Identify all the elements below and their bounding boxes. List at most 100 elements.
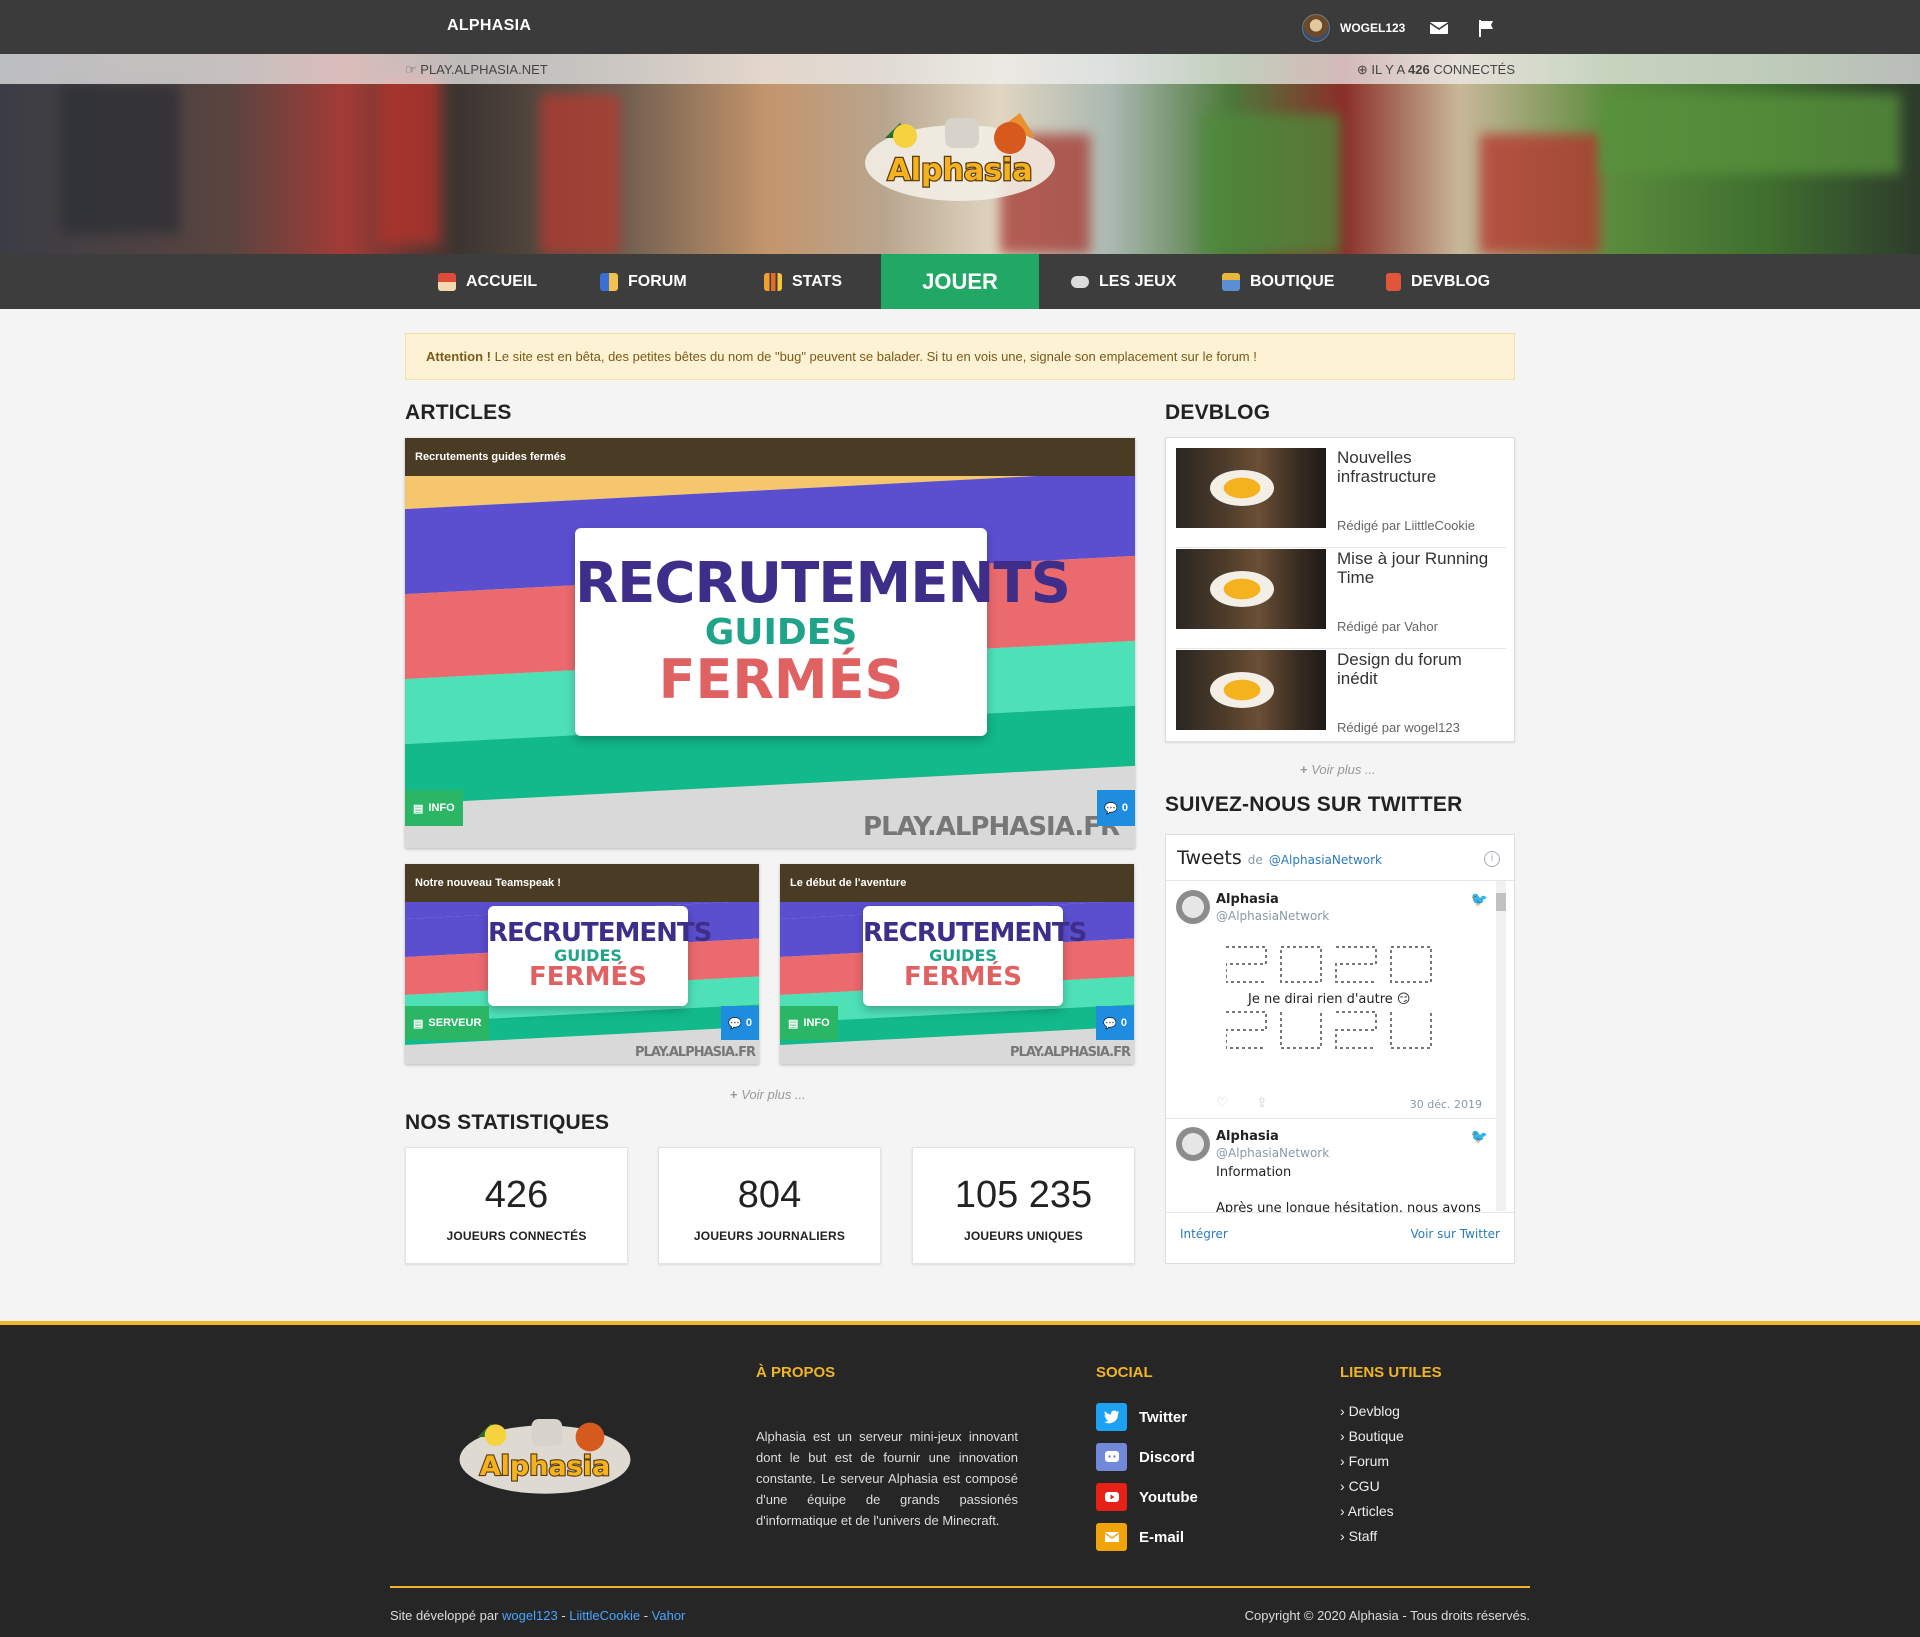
- image-line-3: FERMÉS: [658, 647, 904, 711]
- copyright: Copyright © 2020 Alphasia - Tous droits …: [1244, 1608, 1530, 1623]
- devblog-thumbnail[interactable]: [1176, 549, 1326, 629]
- article-title[interactable]: Notre nouveau Teamspeak !: [405, 864, 759, 902]
- nav-boutique[interactable]: BOUTIQUE: [1222, 254, 1334, 309]
- social-discord[interactable]: Discord: [1096, 1443, 1195, 1471]
- nav-les-jeux[interactable]: LES JEUX: [1071, 254, 1176, 309]
- nav-devblog[interactable]: DEVBLOG: [1386, 254, 1490, 309]
- discord-icon: [1096, 1443, 1127, 1471]
- article-card[interactable]: Le début de l'aventure RECRUTEMENTS GUID…: [780, 864, 1134, 1064]
- youtube-icon: [1096, 1483, 1127, 1511]
- credit-link[interactable]: LiittleCookie: [569, 1608, 640, 1623]
- info-icon[interactable]: i: [1484, 851, 1500, 867]
- devblog-list: Nouvelles infrastructure Rédigé par Liit…: [1165, 437, 1515, 742]
- article-card[interactable]: Notre nouveau Teamspeak ! RECRUTEMENTS G…: [405, 864, 759, 1064]
- scrollbar[interactable]: [1496, 881, 1506, 1211]
- svg-text:Alphasia: Alphasia: [480, 1451, 610, 1482]
- nav-label: FORUM: [628, 272, 687, 290]
- credits-prefix: Site développé par: [390, 1608, 499, 1623]
- twitter-widget[interactable]: Tweets de @AlphasiaNetwork i Alphasia @A…: [1165, 834, 1516, 1264]
- articles-see-more[interactable]: + Voir plus ...: [730, 1087, 806, 1102]
- featured-article-card[interactable]: Recrutements guides fermés RECRUTEMENTS …: [405, 438, 1135, 848]
- brand-name[interactable]: ALPHASIA: [447, 17, 531, 35]
- comment-count[interactable]: 💬 0: [1096, 1006, 1134, 1040]
- credits: Site développé par wogel123 - LiittleCoo…: [390, 1608, 686, 1623]
- nav-stats[interactable]: STATS: [764, 254, 842, 309]
- footer-logo[interactable]: Alphasia: [455, 1400, 635, 1510]
- social-email[interactable]: E-mail: [1096, 1523, 1184, 1551]
- article-image[interactable]: RECRUTEMENTS GUIDES FERMÉS PLAY.ALPHASIA…: [780, 902, 1134, 1064]
- footer-link-devblog[interactable]: › Devblog: [1340, 1403, 1400, 1419]
- tweet-date[interactable]: 30 déc. 2019: [1410, 1098, 1482, 1111]
- social-twitter[interactable]: Twitter: [1096, 1403, 1187, 1431]
- article-image[interactable]: RECRUTEMENTS GUIDES FERMÉS PLAY.ALPHASIA…: [405, 476, 1135, 848]
- devblog-item-title[interactable]: Design du forum inédit: [1337, 650, 1507, 688]
- devblog-thumbnail[interactable]: [1176, 448, 1326, 528]
- tweet[interactable]: Alphasia @AlphasiaNetwork 🐦 Information …: [1176, 1127, 1496, 1212]
- comment-count[interactable]: 💬 0: [721, 1006, 759, 1040]
- article-tag[interactable]: ▤ SERVEUR: [405, 1006, 490, 1040]
- view-on-twitter-link[interactable]: Voir sur Twitter: [1410, 1227, 1500, 1241]
- tweet-handle[interactable]: @AlphasiaNetwork: [1216, 909, 1329, 923]
- footer-link-cgu[interactable]: › CGU: [1340, 1478, 1380, 1494]
- twitter-title: SUIVEZ-NOUS SUR TWITTER: [1165, 793, 1463, 816]
- avatar[interactable]: [1176, 1127, 1210, 1161]
- twitter-icon: [1096, 1403, 1127, 1431]
- stat-value: 804: [737, 1174, 802, 1216]
- article-title[interactable]: Le début de l'aventure: [780, 864, 1134, 902]
- devblog-thumbnail[interactable]: [1176, 650, 1326, 730]
- user-menu[interactable]: WOGEL123: [1302, 14, 1495, 42]
- nav-jouer[interactable]: JOUER: [881, 254, 1039, 309]
- devblog-item[interactable]: Nouvelles infrastructure Rédigé par Liit…: [1176, 448, 1506, 548]
- tweet-author[interactable]: Alphasia: [1216, 892, 1279, 907]
- username[interactable]: WOGEL123: [1340, 21, 1405, 35]
- see-more-label: Voir plus ...: [1311, 762, 1376, 777]
- credit-link[interactable]: Vahor: [652, 1608, 686, 1623]
- stat-label: JOUEURS CONNECTÉS: [446, 1229, 587, 1243]
- devblog-item[interactable]: Mise à jour Running Time Rédigé par Vaho…: [1176, 549, 1506, 649]
- article-tag[interactable]: ▤ INFO: [405, 790, 463, 826]
- heart-icon[interactable]: ♡: [1216, 1095, 1229, 1111]
- stat-value: 426: [484, 1174, 549, 1216]
- devblog-see-more[interactable]: + Voir plus ...: [1300, 762, 1376, 777]
- article-image[interactable]: RECRUTEMENTS GUIDES FERMÉS PLAY.ALPHASIA…: [405, 902, 759, 1064]
- shop-icon: [1222, 272, 1240, 291]
- credit-link[interactable]: wogel123: [502, 1608, 558, 1623]
- tweet-handle[interactable]: @AlphasiaNetwork: [1216, 1146, 1329, 1160]
- stats-title: NOS STATISTIQUES: [405, 1111, 610, 1134]
- image-line-1: RECRUTEMENTS: [488, 918, 712, 949]
- comments-icon: 💬: [1103, 1017, 1117, 1030]
- nav-accueil[interactable]: ACCUEIL: [438, 254, 537, 309]
- forum-icon: [600, 272, 618, 291]
- alphasia-logo[interactable]: Alphasia: [860, 108, 1060, 208]
- embed-link[interactable]: Intégrer: [1180, 1227, 1228, 1241]
- stat-label: JOUEURS UNIQUES: [963, 1229, 1084, 1243]
- footer-link-boutique[interactable]: › Boutique: [1340, 1428, 1404, 1444]
- nav-forum[interactable]: FORUM: [600, 254, 687, 309]
- online-prefix: IL Y A: [1371, 62, 1405, 77]
- tweet[interactable]: Alphasia @AlphasiaNetwork 🐦 Je ne dirai …: [1176, 890, 1496, 1120]
- article-title[interactable]: Recrutements guides fermés: [405, 438, 1135, 476]
- tweet-author[interactable]: Alphasia: [1216, 1129, 1279, 1144]
- social-youtube[interactable]: Youtube: [1096, 1483, 1198, 1511]
- mail-icon[interactable]: [1429, 20, 1449, 36]
- plus-icon: +: [1300, 762, 1308, 777]
- about-title: À PROPOS: [756, 1364, 836, 1381]
- footer-link-articles[interactable]: › Articles: [1340, 1503, 1394, 1519]
- avatar[interactable]: [1176, 890, 1210, 924]
- devblog-item-title[interactable]: Mise à jour Running Time: [1337, 549, 1507, 587]
- footer-link-staff[interactable]: › Staff: [1340, 1528, 1377, 1544]
- devblog-item[interactable]: Design du forum inédit Rédigé par wogel1…: [1176, 650, 1506, 750]
- book-icon: [1386, 272, 1401, 291]
- article-tag[interactable]: ▤ INFO: [780, 1006, 838, 1040]
- share-icon[interactable]: ⇪: [1256, 1095, 1268, 1111]
- footer-link-forum[interactable]: › Forum: [1340, 1453, 1389, 1469]
- comment-count[interactable]: 💬 0: [1097, 790, 1135, 826]
- flag-icon[interactable]: [1477, 19, 1495, 37]
- avatar[interactable]: [1302, 14, 1330, 42]
- twitter-bird-icon: 🐦: [1470, 1129, 1488, 1145]
- server-ip[interactable]: ☞ PLAY.ALPHASIA.NET: [405, 62, 548, 78]
- social-label: Discord: [1139, 1448, 1195, 1466]
- widget-handle[interactable]: @AlphasiaNetwork: [1269, 853, 1382, 867]
- devblog-item-title[interactable]: Nouvelles infrastructure: [1337, 448, 1507, 486]
- image-line-3: FERMÉS: [529, 962, 647, 993]
